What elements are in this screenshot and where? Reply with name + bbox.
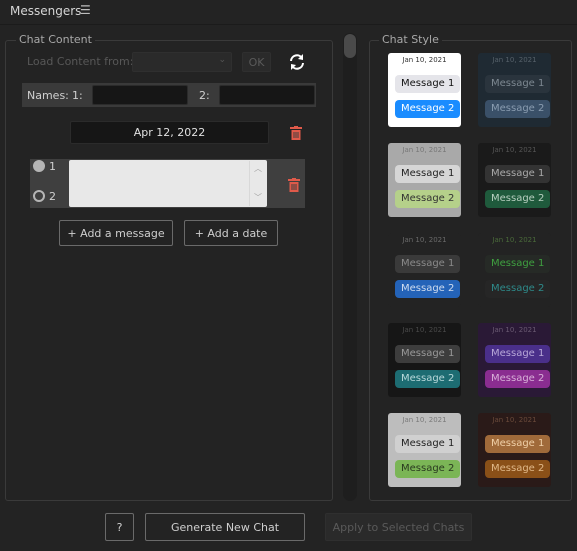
- date-input[interactable]: Apr 12, 2022: [70, 121, 269, 144]
- thumbnail-date: Jan 10, 2021: [492, 146, 537, 154]
- thumbnail-message-2: Message 2: [395, 190, 461, 208]
- chat-content-legend: Chat Content: [16, 33, 95, 46]
- scroll-down-icon[interactable]: ﹀: [254, 192, 262, 203]
- load-content-select[interactable]: ⌄: [132, 52, 232, 72]
- name1-label: 1:: [72, 89, 83, 102]
- refresh-icon[interactable]: [287, 52, 307, 72]
- chat-style-thumbnail[interactable]: Jan 10, 2021 Message 1 Message 2: [478, 413, 551, 487]
- panel-title: Messengers: [10, 4, 82, 18]
- thumbnail-date: Jan 10, 2021: [402, 146, 447, 154]
- name1-input[interactable]: [92, 85, 188, 105]
- thumbnail-date: Jan 10, 2021: [402, 326, 447, 334]
- thumbnail-date: Jan 10, 2021: [492, 56, 537, 64]
- sender2-label: 2: [49, 190, 56, 203]
- chat-style-legend: Chat Style: [379, 33, 442, 46]
- chat-style-thumbnail[interactable]: Jan 10, 2021 Message 1 Message 2: [478, 143, 551, 217]
- chat-content-panel: Chat Content: [5, 33, 333, 501]
- thumbnail-message-2: Message 2: [395, 370, 461, 388]
- load-content-label: Load Content from:: [27, 55, 134, 68]
- thumbnail-message-2: Message 2: [485, 280, 551, 298]
- chat-style-thumbnail[interactable]: Jan 10, 2021 Message 1 Message 2: [388, 233, 461, 307]
- sender1-label: 1: [49, 160, 56, 173]
- message-scrollbar[interactable]: ︿ ﹀: [249, 161, 266, 206]
- thumbnail-message-2: Message 2: [395, 280, 461, 298]
- hamburger-icon[interactable]: ☰: [80, 3, 91, 17]
- delete-message-icon[interactable]: [288, 177, 300, 196]
- chat-style-thumbnail[interactable]: Jan 10, 2021 Message 1 Message 2: [388, 413, 461, 487]
- name2-label: 2:: [199, 89, 210, 102]
- chat-style-thumbnail[interactable]: Jan 10, 2021 Message 1 Message 2: [388, 323, 461, 397]
- delete-date-icon[interactable]: [290, 125, 302, 144]
- thumbnail-message-1: Message 1: [485, 435, 551, 453]
- thumbnail-message-1: Message 1: [395, 255, 461, 273]
- thumbnail-message-2: Message 2: [395, 100, 461, 118]
- ok-button[interactable]: OK: [242, 52, 271, 72]
- thumbnail-message-2: Message 2: [395, 460, 461, 478]
- content-scrollbar[interactable]: [343, 33, 357, 501]
- chat-style-thumbnail[interactable]: Jan 10, 2021 Message 1 Message 2: [388, 143, 461, 217]
- chevron-down-icon: ⌄: [218, 55, 226, 65]
- thumbnail-message-2: Message 2: [485, 100, 551, 118]
- name2-input[interactable]: [219, 85, 315, 105]
- thumbnail-message-2: Message 2: [485, 190, 551, 208]
- thumbnail-message-1: Message 1: [485, 255, 551, 273]
- thumbnail-message-2: Message 2: [485, 370, 551, 388]
- thumbnail-message-1: Message 1: [485, 165, 551, 183]
- chat-style-thumbnail[interactable]: Jan 10, 2021 Message 1 Message 2: [478, 323, 551, 397]
- thumbnail-date: Jan 10, 2021: [402, 416, 447, 424]
- message-textarea[interactable]: [69, 160, 267, 207]
- title-bar: Messengers ☰: [0, 0, 577, 25]
- sender1-radio[interactable]: [33, 160, 45, 172]
- chat-style-thumbnail[interactable]: Jan 10, 2021 Message 1 Message 2: [478, 233, 551, 307]
- thumbnail-message-1: Message 1: [395, 75, 461, 93]
- chat-style-thumbnail[interactable]: Jan 10, 2021 Message 1 Message 2: [478, 53, 551, 127]
- scrollbar-thumb[interactable]: [344, 34, 356, 58]
- add-date-button[interactable]: + Add a date: [184, 220, 278, 246]
- thumbnail-date: Jan 10, 2021: [492, 236, 537, 244]
- thumbnail-message-2: Message 2: [485, 460, 551, 478]
- thumbnail-date: Jan 10, 2021: [402, 56, 447, 64]
- thumbnail-message-1: Message 1: [395, 345, 461, 363]
- sender2-radio[interactable]: [33, 190, 45, 202]
- add-message-button[interactable]: + Add a message: [59, 220, 173, 246]
- help-button[interactable]: ?: [105, 513, 134, 541]
- names-label: Names:: [27, 89, 69, 102]
- thumbnail-message-1: Message 1: [395, 165, 461, 183]
- thumbnail-message-1: Message 1: [395, 435, 461, 453]
- apply-to-selected-button[interactable]: Apply to Selected Chats: [325, 513, 472, 541]
- thumbnail-date: Jan 10, 2021: [492, 326, 537, 334]
- scroll-up-icon[interactable]: ︿: [254, 163, 262, 174]
- chat-style-thumbnail[interactable]: Jan 10, 2021 Message 1 Message 2: [388, 53, 461, 127]
- thumbnail-message-1: Message 1: [485, 75, 551, 93]
- generate-new-chat-button[interactable]: Generate New Chat: [145, 513, 305, 541]
- thumbnail-date: Jan 10, 2021: [402, 236, 447, 244]
- thumbnail-message-1: Message 1: [485, 345, 551, 363]
- thumbnail-date: Jan 10, 2021: [492, 416, 537, 424]
